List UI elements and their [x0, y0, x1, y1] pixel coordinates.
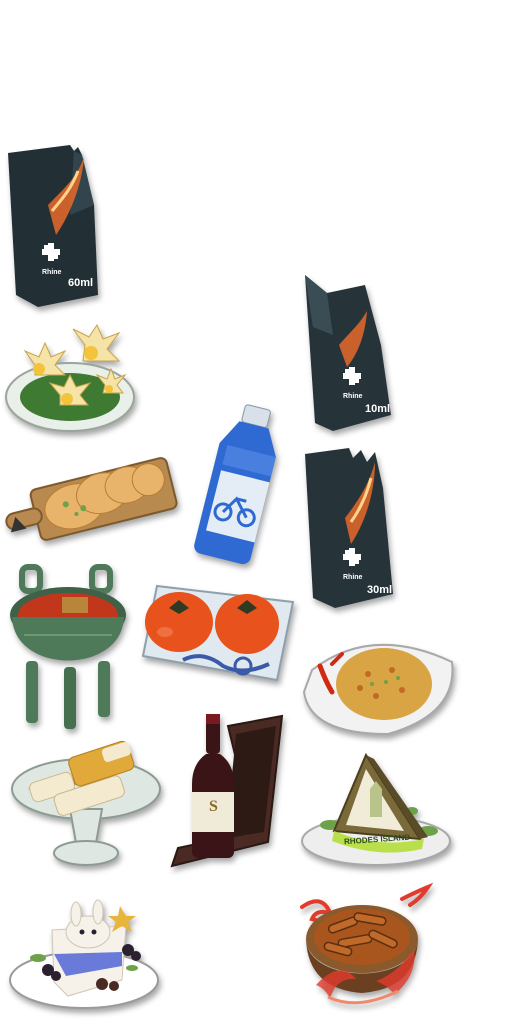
rice-cake-stand-icon [11, 740, 161, 866]
flaming-snack-bowl[interactable] [298, 882, 438, 1020]
pyramid-cake-icon [301, 752, 451, 866]
water-bottle[interactable] [190, 404, 288, 565]
lotus-pastry-icon [5, 323, 135, 432]
flatbread-board-icon [5, 457, 178, 541]
wine-label-text: S [209, 798, 218, 815]
medic-carton-10ml[interactable]: Rhine 10ml [305, 275, 395, 435]
fried-rice-plate[interactable] [302, 630, 457, 738]
item-sheet: { "sheet": { "background": "#ffffff" }, … [0, 0, 512, 1024]
wine-bottle-icon [170, 714, 284, 868]
fried-rice-icon [302, 643, 454, 736]
wine-bottle-box[interactable]: S [170, 712, 284, 868]
lotus-dessert-plate[interactable] [5, 323, 140, 435]
persimmon-plate[interactable] [141, 580, 295, 696]
volume-label: 60ml [68, 277, 94, 289]
rice-cake-stand[interactable] [10, 740, 162, 869]
bunny-cake-slice[interactable] [8, 899, 160, 1010]
brand-label: Rhine [343, 574, 363, 581]
brand-label: Rhine [343, 393, 363, 400]
volume-label: 10ml [365, 403, 391, 415]
medic-carton-60ml[interactable]: Rhine 60ml [8, 145, 102, 311]
medic-carton-30ml[interactable]: Rhine 30ml [305, 448, 397, 612]
flatbread-board[interactable] [3, 448, 179, 548]
volume-label: 30ml [367, 584, 393, 596]
flaming-bowl-icon [300, 882, 434, 1005]
bunny-cake-icon [9, 899, 159, 1009]
hotpot-cauldron[interactable] [8, 564, 130, 733]
pyramid-cake[interactable]: RHODES ISLAND [300, 752, 452, 867]
water-bottle-icon [194, 404, 276, 565]
brand-label: Rhine [42, 269, 62, 276]
bronze-cauldron-icon [10, 564, 126, 729]
persimmon-plate-icon [141, 584, 295, 682]
